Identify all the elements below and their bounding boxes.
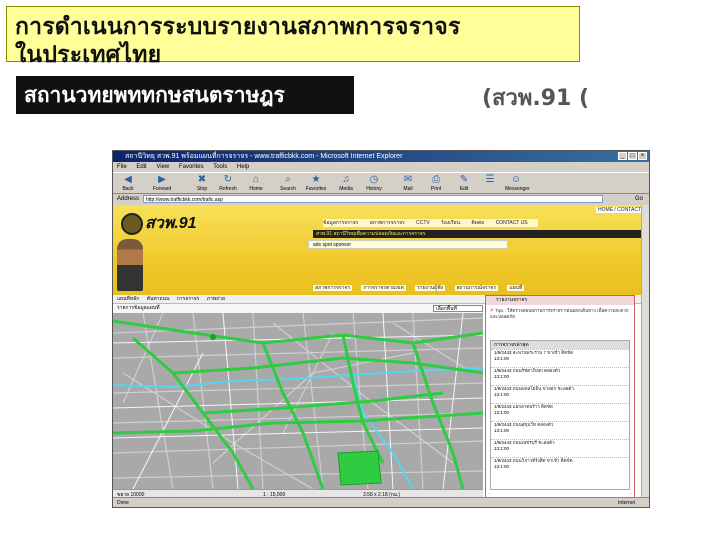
print-button[interactable]: ⎙ Print bbox=[425, 174, 447, 193]
window-title: สถานีวิทยุ สวพ.91 พร้อมแผนที่การจราจร - … bbox=[125, 153, 403, 160]
subnav-district[interactable]: การจราจรตามเขต bbox=[361, 285, 406, 291]
mail-button[interactable]: ✉ Mail bbox=[397, 174, 419, 193]
media-button[interactable]: ♫ Media bbox=[335, 174, 357, 193]
nav-traffic-info[interactable]: ข้อมูลการจราจร bbox=[323, 220, 358, 226]
announcer-photo bbox=[117, 239, 143, 291]
close-icon[interactable]: × bbox=[638, 152, 647, 160]
forward-button[interactable]: ▶ Forward bbox=[151, 174, 173, 193]
forward-arrow-icon: ▶ bbox=[158, 174, 166, 185]
slide-title-line-2: ในประเทศไทย bbox=[15, 42, 162, 68]
report-row[interactable]: 1/9/2443 ถนนพหลโยธิน ขาออก ชะลอตัว 13:1:0… bbox=[491, 385, 629, 403]
back-arrow-icon: ◀ bbox=[124, 174, 132, 185]
traffic-map[interactable] bbox=[113, 313, 483, 489]
address-input[interactable]: http://www.trafficbkk.com/trafic.asp bbox=[143, 195, 603, 203]
menu-favorites[interactable]: Favorites bbox=[179, 164, 204, 170]
edit-icon: ✎ bbox=[459, 174, 469, 185]
report-row[interactable]: 1/9/2443 สะพานพระราม 7 ขาเข้า ติดขัด 13:1… bbox=[491, 349, 629, 367]
discuss-button[interactable]: ☰ bbox=[479, 174, 501, 193]
map-marker-icon bbox=[210, 334, 216, 340]
home-icon: ⌂ bbox=[252, 174, 260, 185]
status-text: Done bbox=[117, 500, 129, 506]
tip-search-icon: ⌕ bbox=[490, 307, 494, 314]
address-label: Address bbox=[117, 196, 140, 202]
site-logo[interactable]: สวพ.91 bbox=[145, 211, 197, 236]
media-icon: ♫ bbox=[342, 174, 350, 185]
nav-cctv[interactable]: CCTV bbox=[416, 220, 430, 226]
menu-tools[interactable]: Tools bbox=[213, 164, 227, 170]
search-icon: ⌕ bbox=[285, 174, 291, 185]
menu-bar: File Edit View Favorites Tools Help bbox=[113, 162, 649, 172]
back-button[interactable]: ◀ Back bbox=[117, 174, 139, 193]
go-button[interactable]: Go bbox=[635, 194, 643, 205]
mail-icon: ✉ bbox=[403, 174, 413, 185]
browser-statusbar: Done Internet bbox=[113, 497, 649, 507]
subnav-traffic[interactable]: สภาพการจราจร bbox=[313, 285, 353, 291]
report-table-header: การจราจรล่าสุด bbox=[491, 341, 629, 349]
report-row[interactable]: 1/9/2443 ถนนเพชรบุรี ชะลอตัว 13:1:00 bbox=[491, 439, 629, 457]
history-button[interactable]: ◷ History bbox=[363, 174, 385, 193]
messenger-button[interactable]: ☺ Messenger bbox=[505, 174, 530, 193]
page-content: สวพ.91 HOME / CONTACT ข้อมูลการจราจร สภา… bbox=[113, 205, 649, 499]
map-tool-main[interactable]: แผนที่หลัก bbox=[117, 296, 139, 302]
stop-button[interactable]: ✖ Stop bbox=[191, 174, 213, 193]
report-row[interactable]: 1/9/2443 แยกลาดพร้าว ติดขัด 13:1:00 bbox=[491, 403, 629, 421]
history-icon: ◷ bbox=[369, 174, 379, 185]
nav-complaint[interactable]: ร้องเรียน bbox=[441, 220, 460, 226]
home-button[interactable]: ⌂ Home bbox=[245, 174, 267, 193]
refresh-icon: ↻ bbox=[223, 174, 233, 185]
panel-tip: ⌕ Tips : ให้ตรวจสอบสภาพการจราจร ก่อนออกเ… bbox=[490, 307, 629, 319]
report-row[interactable]: 1/9/2443 ถนนสุขุมวิท คล่องตัว 13:1:00 bbox=[491, 421, 629, 439]
menu-help[interactable]: Help bbox=[237, 164, 249, 170]
site-header: สวพ.91 HOME / CONTACT ข้อมูลการจราจร สภา… bbox=[113, 205, 649, 295]
panel-title: รายงานจราจร bbox=[486, 296, 634, 305]
refresh-button[interactable]: ↻ Refresh bbox=[217, 174, 239, 193]
edit-button[interactable]: ✎ Edit bbox=[453, 174, 475, 193]
search-button[interactable]: ⌕ Search bbox=[277, 174, 299, 193]
subnav-situation[interactable]: สถานการณ์จราจร bbox=[454, 285, 499, 291]
report-row[interactable]: 1/9/2443 ถนนรัชดาภิเษก คล่องตัว 13:1:00 bbox=[491, 367, 629, 385]
nav-contact-us[interactable]: CONTACT US bbox=[496, 220, 528, 226]
menu-file[interactable]: File bbox=[117, 164, 127, 170]
discuss-icon: ☰ bbox=[485, 174, 495, 185]
sponsor-box[interactable]: ads spot sponsor bbox=[308, 240, 508, 249]
security-zone: Internet bbox=[618, 500, 635, 506]
park-area bbox=[337, 450, 382, 486]
browser-toolbar: ◀ Back ▶ Forward ✖ Stop ↻ Refresh ⌂ Home ⌕ Sea… bbox=[113, 172, 649, 194]
map-canvas bbox=[113, 313, 483, 489]
nav-traffic-status[interactable]: สภาพการจราจร bbox=[370, 220, 405, 226]
main-nav: ข้อมูลการจราจร สภาพการจราจร CCTV ร้องเรี… bbox=[323, 219, 538, 227]
subnav-map[interactable]: แผนที่ bbox=[507, 285, 525, 291]
top-links[interactable]: HOME / CONTACT bbox=[596, 207, 643, 213]
traffic-report-panel: รายงานจราจร ⌕ Tips : ให้ตรวจสอบสภาพการจร… bbox=[485, 295, 635, 499]
stop-icon: ✖ bbox=[197, 174, 207, 185]
news-ticker: สวพ.91 สถานีวิทยุเพื่อความปลอดภัยและการจ… bbox=[313, 230, 643, 238]
subnav-listener[interactable]: รายงานผู้ฟัง bbox=[415, 285, 446, 291]
browser-window: สถานีวิทยุ สวพ.91 พร้อมแผนที่การจราจร - … bbox=[112, 150, 650, 508]
vertical-scrollbar[interactable] bbox=[641, 205, 649, 499]
radio-logo-icon bbox=[121, 213, 143, 235]
messenger-icon: ☺ bbox=[510, 174, 522, 185]
slide-subtitle-code: (สวพ.91 ( bbox=[482, 86, 590, 111]
slide-title-box: การดำเนนการระบบรายงานสภาพการจราจร ในประเ… bbox=[6, 6, 580, 68]
area-select[interactable]: เลือกพื้นที่ bbox=[433, 305, 483, 312]
menu-view[interactable]: View bbox=[156, 164, 169, 170]
map-subtoolbar: รายการข้อมูลแผนที่ bbox=[113, 304, 483, 313]
address-bar: Address http://www.trafficbkk.com/trafic… bbox=[113, 194, 649, 205]
sub-nav: สภาพการจราจร การจราจรตามเขต รายงานผู้ฟัง… bbox=[313, 284, 532, 292]
maximize-icon[interactable]: □ bbox=[628, 152, 637, 160]
window-titlebar: สถานีวิทยุ สวพ.91 พร้อมแผนที่การจราจร - … bbox=[113, 151, 649, 162]
nav-contact[interactable]: ติดต่อ bbox=[471, 220, 484, 226]
map-tool-photo[interactable]: ภาพถ่าย bbox=[207, 296, 225, 302]
print-icon: ⎙ bbox=[432, 174, 440, 185]
favorites-button[interactable]: ★ Favorites bbox=[305, 174, 327, 193]
report-row[interactable]: 1/9/2443 ถนนวิภาวดีรังสิต ขาเข้า ติดขัด 1… bbox=[491, 457, 629, 475]
menu-edit[interactable]: Edit bbox=[136, 164, 146, 170]
map-tool-traffic[interactable]: การจราจร bbox=[177, 296, 200, 302]
minimize-icon[interactable]: _ bbox=[618, 152, 627, 160]
report-table: การจราจรล่าสุด 1/9/2443 สะพานพระราม 7 ขา… bbox=[490, 340, 630, 490]
favorites-icon: ★ bbox=[311, 174, 321, 185]
slide-subtitle: สถานวทยพททกษสนตราษฎร bbox=[16, 76, 354, 114]
map-tool-search-road[interactable]: ค้นหาถนน bbox=[147, 296, 170, 302]
